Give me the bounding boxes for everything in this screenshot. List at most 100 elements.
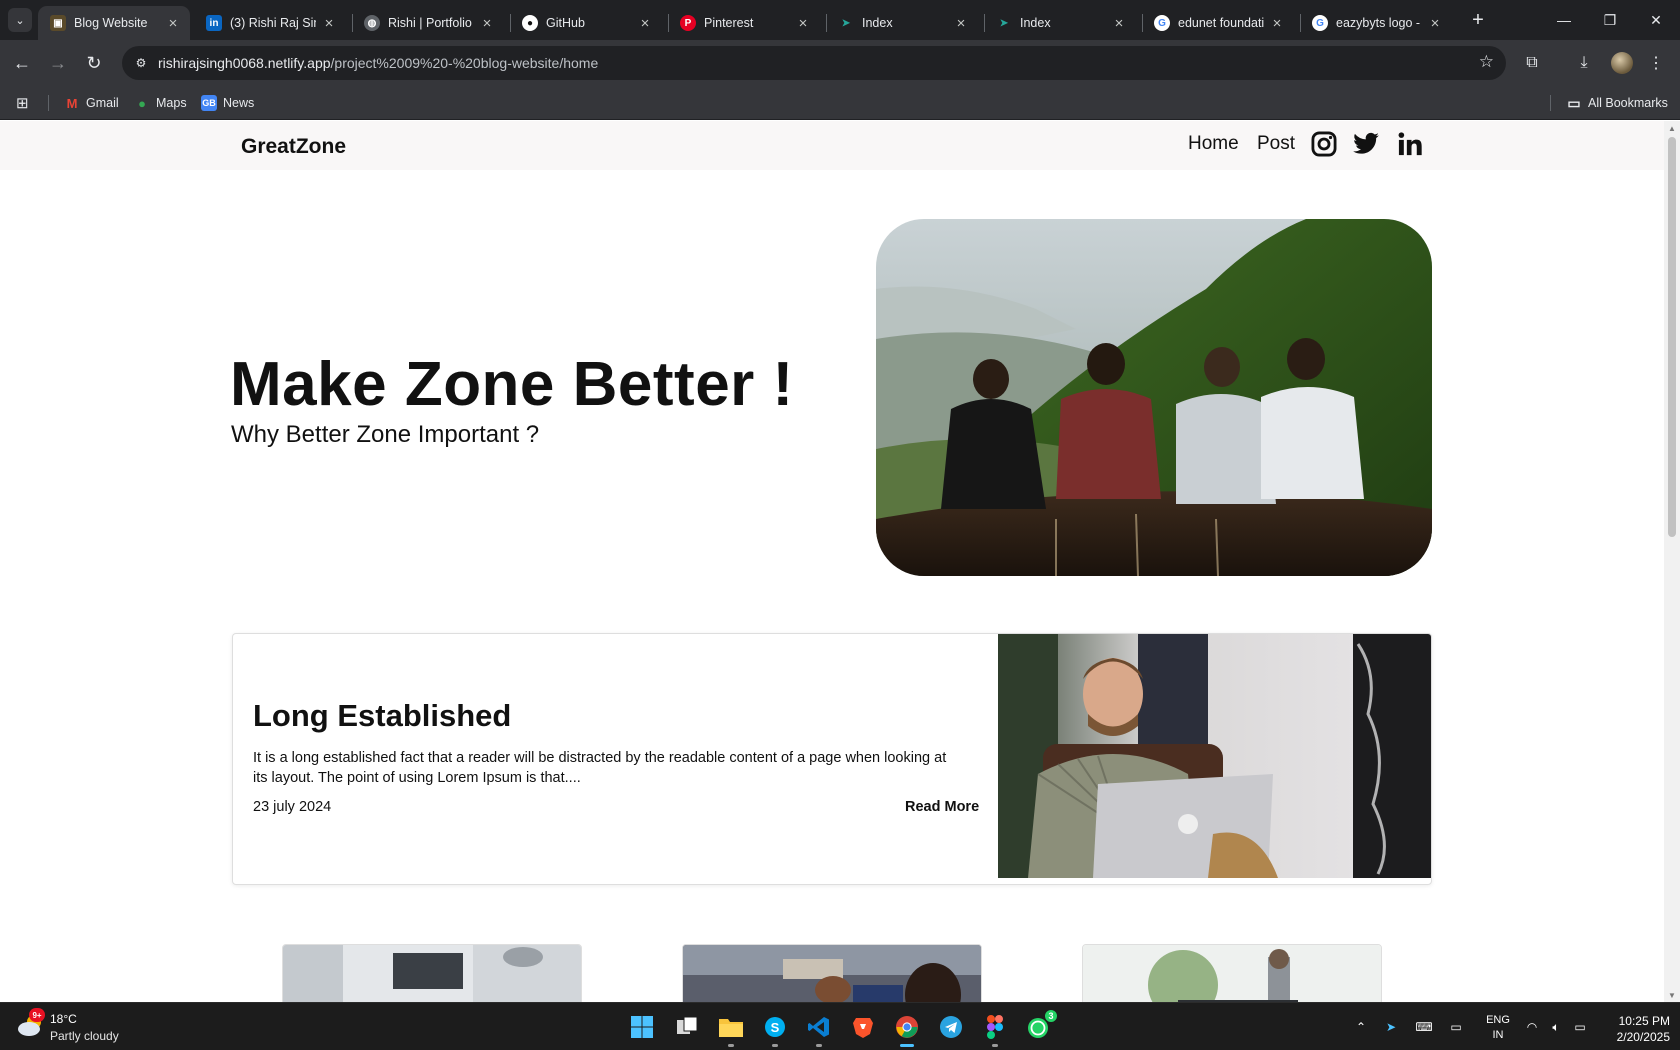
telegram-button[interactable] xyxy=(935,1011,967,1043)
telegram-icon xyxy=(940,1016,962,1038)
brave-button[interactable] xyxy=(847,1011,879,1043)
scroll-down-arrow-icon[interactable]: ▼ xyxy=(1664,988,1680,1002)
show-hidden-icons-button[interactable]: ⌃ xyxy=(1351,1017,1371,1037)
address-bar[interactable]: ⚙ rishirajsingh0068.netlify.app/project%… xyxy=(122,46,1506,80)
location-tray-icon[interactable]: ➤ xyxy=(1381,1017,1401,1037)
whatsapp-badge: 3 xyxy=(1044,1009,1058,1023)
profile-avatar[interactable] xyxy=(1611,52,1633,74)
skype-button[interactable]: S xyxy=(759,1011,791,1047)
forward-button[interactable]: → xyxy=(44,49,72,77)
vscode-icon xyxy=(808,1017,829,1037)
post-thumbnail-image xyxy=(283,945,581,1002)
minimize-button[interactable]: — xyxy=(1541,0,1587,40)
close-tab-icon[interactable]: × xyxy=(166,15,180,32)
chrome-button[interactable] xyxy=(891,1011,923,1047)
volume-icon[interactable]: 🔈︎ xyxy=(1546,1017,1566,1037)
site-navbar: GreatZone Home Post xyxy=(0,121,1664,170)
running-indicator xyxy=(772,1044,778,1047)
close-tab-icon[interactable]: × xyxy=(796,15,810,32)
close-tab-icon[interactable]: × xyxy=(638,15,652,32)
close-tab-icon[interactable]: × xyxy=(1270,15,1284,32)
tab-edunet[interactable]: G edunet foundation × xyxy=(1142,6,1294,40)
close-tab-icon[interactable]: × xyxy=(322,15,336,32)
url-text[interactable]: rishirajsingh0068.netlify.app/project%20… xyxy=(158,55,598,71)
tab-blog-website[interactable]: ▣ Blog Website × xyxy=(38,6,190,40)
whatsapp-button[interactable]: 3 xyxy=(1023,1009,1058,1043)
display-tray-icon[interactable]: ▭ xyxy=(1446,1017,1466,1037)
bookmark-star-icon[interactable]: ☆ xyxy=(1479,52,1494,72)
weather-temperature[interactable]: 18°C xyxy=(50,1012,77,1026)
apps-grid-icon: ⊞ xyxy=(16,95,29,112)
back-button[interactable]: ← xyxy=(8,49,36,77)
tab-title: GitHub xyxy=(546,16,585,30)
nav-post-link[interactable]: Post xyxy=(1257,133,1295,155)
active-indicator xyxy=(900,1044,914,1047)
post-thumbnail-card[interactable] xyxy=(282,944,582,1002)
minimize-icon: — xyxy=(1557,12,1571,28)
tab-portfolio[interactable]: ◍ Rishi | Portfolio × xyxy=(352,6,504,40)
tab-search-button[interactable]: ⌄ xyxy=(8,8,32,32)
site-brand[interactable]: GreatZone xyxy=(241,135,346,159)
reload-icon: ↻ xyxy=(86,52,102,73)
tab-title: (3) Rishi Raj Singh xyxy=(230,16,316,30)
close-tab-icon[interactable]: × xyxy=(954,15,968,32)
wifi-icon[interactable]: ◠ xyxy=(1522,1017,1542,1037)
tab-linkedin[interactable]: in (3) Rishi Raj Singh × xyxy=(194,6,346,40)
post-thumbnail-image xyxy=(1083,945,1381,1002)
close-tab-icon[interactable]: × xyxy=(480,15,494,32)
chrome-icon xyxy=(896,1016,918,1038)
reload-button[interactable]: ↻ xyxy=(80,49,108,77)
menu-button[interactable]: ⋮ xyxy=(1642,49,1670,77)
scrollbar-thumb[interactable] xyxy=(1668,137,1676,537)
nav-home-link[interactable]: Home xyxy=(1188,133,1239,155)
new-tab-button[interactable]: + xyxy=(1466,8,1490,32)
tab-pinterest[interactable]: P Pinterest × xyxy=(668,6,820,40)
blog-favicon-icon: ▣ xyxy=(50,15,66,31)
post-date: 23 july 2024 xyxy=(253,799,332,815)
figma-button[interactable] xyxy=(979,1011,1011,1047)
browser-tab-strip: ⌄ ▣ Blog Website × in (3) Rishi Raj Sing… xyxy=(0,0,1680,40)
bookmark-news[interactable]: GB News xyxy=(201,93,254,113)
downloads-button[interactable]: ⤓ xyxy=(1570,49,1598,77)
tab-title: eazybyts logo - G xyxy=(1336,16,1422,30)
tab-github[interactable]: ● GitHub × xyxy=(510,6,662,40)
apps-button[interactable]: ⊞ xyxy=(16,93,29,113)
extensions-button[interactable]: ⧉ xyxy=(1518,49,1546,77)
task-view-icon xyxy=(677,1016,698,1034)
linkedin-icon[interactable] xyxy=(1396,130,1424,158)
close-window-button[interactable]: ✕ xyxy=(1633,0,1679,40)
read-more-link[interactable]: Read More xyxy=(905,799,979,815)
weather-description[interactable]: Partly cloudy xyxy=(50,1029,119,1043)
all-bookmarks-button[interactable]: ▭ All Bookmarks xyxy=(1566,93,1668,113)
tab-eazybyts[interactable]: G eazybyts logo - G × xyxy=(1300,6,1452,40)
post-thumbnail-card[interactable] xyxy=(682,944,982,1002)
task-view-button[interactable] xyxy=(671,1011,703,1043)
page-scrollbar[interactable]: ▲ ▼ xyxy=(1664,121,1680,1002)
bookmarks-bar: ⊞ M Gmail ● Maps GB News ▭ All Bookmarks xyxy=(0,86,1680,120)
twitter-icon[interactable] xyxy=(1352,130,1380,158)
close-tab-icon[interactable]: × xyxy=(1112,15,1126,32)
svg-text:S: S xyxy=(771,1020,780,1035)
start-button[interactable] xyxy=(626,1011,658,1043)
close-tab-icon[interactable]: × xyxy=(1428,15,1442,32)
instagram-icon[interactable] xyxy=(1310,130,1338,158)
tab-index-1[interactable]: ➤ Index × xyxy=(826,6,978,40)
tab-index-2[interactable]: ➤ Index × xyxy=(984,6,1136,40)
scroll-up-arrow-icon[interactable]: ▲ xyxy=(1664,121,1680,135)
post-thumbnail-card[interactable] xyxy=(1082,944,1382,1002)
brave-lion-icon xyxy=(853,1018,873,1038)
keyboard-tray-icon[interactable]: ⌨ xyxy=(1414,1017,1434,1037)
bookmark-gmail[interactable]: M Gmail xyxy=(64,93,119,113)
site-info-icon[interactable]: ⚙ xyxy=(132,54,150,72)
vscode-button[interactable] xyxy=(803,1011,835,1047)
restore-button[interactable]: ❐ xyxy=(1587,0,1633,40)
chevron-up-icon: ⌃ xyxy=(1355,1020,1367,1034)
battery-icon[interactable]: ▭ xyxy=(1570,1017,1590,1037)
post-image-man-with-laptop xyxy=(998,634,1431,878)
input-language-indicator[interactable]: ENG IN xyxy=(1482,1013,1514,1043)
system-clock[interactable]: 10:25 PM 2/20/2025 xyxy=(1596,1013,1670,1045)
kebab-menu-icon: ⋮ xyxy=(1648,55,1664,72)
file-explorer-button[interactable] xyxy=(715,1011,747,1047)
bookmark-maps[interactable]: ● Maps xyxy=(134,93,187,113)
bookmark-separator xyxy=(1550,95,1551,111)
